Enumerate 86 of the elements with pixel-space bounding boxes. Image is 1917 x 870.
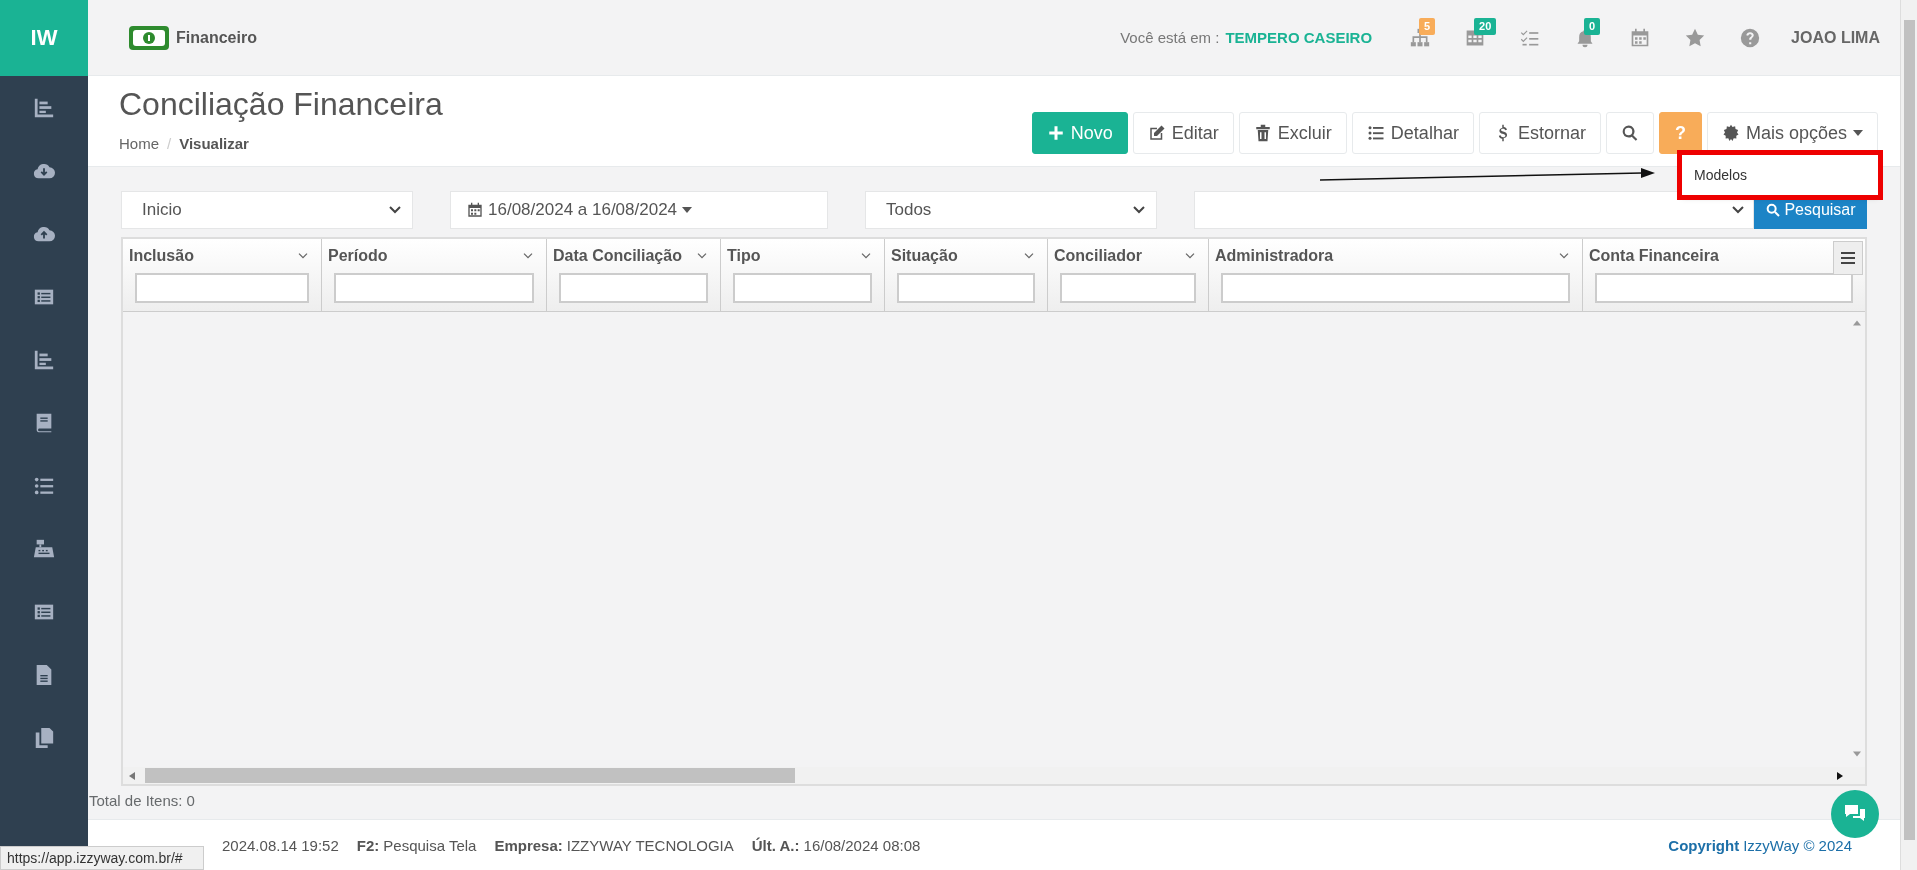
footer-value: Pesquisa Tela [383, 836, 477, 854]
column-filter-field[interactable] [334, 273, 534, 303]
column-title[interactable]: Conciliador [1054, 247, 1142, 265]
footer-value: IZZYWAY TECNOLOGIA [566, 836, 734, 854]
chevron-down-icon [388, 205, 402, 215]
scroll-up-icon [1853, 320, 1861, 326]
toolbar-button[interactable]: Estornar [1478, 112, 1601, 154]
column-filter-field[interactable] [135, 273, 309, 303]
column-title[interactable]: Data Conciliação [553, 247, 682, 265]
toolbar-button[interactable]: Detalhar [1351, 112, 1474, 154]
menu-item[interactable]: Modelos [1682, 159, 1878, 191]
copy-icon [33, 726, 55, 749]
breadcrumb-current: Visualizar [179, 135, 249, 152]
footer-label: Últ. A.: [751, 836, 800, 854]
column-title[interactable]: Conta Financeira [1589, 247, 1719, 265]
scroll-left-icon [129, 771, 135, 780]
chevron-down-icon [860, 252, 872, 260]
search-select[interactable] [1194, 191, 1754, 229]
bar-chart-icon [33, 96, 55, 119]
scroll-down-icon [1853, 751, 1861, 757]
column-filter-field[interactable] [733, 273, 872, 303]
search-button[interactable] [1605, 112, 1654, 154]
user-name[interactable]: JOAO LIMA [1791, 28, 1880, 47]
select-value: Todos [886, 200, 932, 220]
chevron-down-icon [1558, 252, 1570, 260]
column-filter-field[interactable] [1060, 273, 1196, 303]
chevron-down-icon [1132, 205, 1146, 215]
plus-icon [1046, 124, 1065, 142]
count-badge: 20 [1474, 17, 1497, 35]
chevron-down-icon [1184, 252, 1196, 260]
date-range: 16/08/2024 a 16/08/2024 [488, 200, 678, 220]
location-label: Você está em : [1120, 29, 1220, 46]
banknote-icon [128, 24, 170, 51]
column-filter-field[interactable] [897, 273, 1035, 303]
chevron-down-icon [297, 252, 309, 260]
select-value: Inicio [142, 200, 182, 220]
copyright-text[interactable]: IzzyWay © 2024 [1743, 836, 1852, 854]
calendar-icon [1629, 27, 1650, 48]
column-menu-button[interactable] [1833, 241, 1863, 275]
scroll-right-icon [1837, 771, 1843, 780]
scrollbar-thumb[interactable] [1904, 20, 1915, 840]
page-title: Conciliação Financeira [119, 86, 444, 123]
breadcrumb-separator: / [167, 135, 172, 152]
caret-icon [682, 207, 693, 213]
copyright-label: Copyright [1668, 836, 1740, 854]
module-name: Financeiro [176, 28, 257, 47]
footer-value: 16/08/2024 08:08 [803, 836, 921, 854]
bar-chart-icon [33, 348, 55, 371]
menu-icon [1841, 252, 1855, 264]
count-badge: 0 [1584, 17, 1601, 35]
trash-icon [1253, 124, 1272, 142]
column-filter-field[interactable] [1595, 273, 1853, 303]
calendar-icon [467, 202, 483, 218]
column-title[interactable]: Administradora [1215, 247, 1334, 265]
chevron-down-icon [1023, 252, 1035, 260]
breadcrumb-link[interactable]: Home [119, 135, 159, 152]
toolbar-button[interactable]: Excluir [1238, 112, 1347, 154]
date-range-picker[interactable]: 16/08/2024 a 16/08/2024 [450, 191, 828, 229]
page-scrollbar[interactable] [1900, 0, 1917, 870]
status-select[interactable]: Todos [865, 191, 1157, 229]
chevron-down-icon [1731, 205, 1745, 215]
chevron-down-icon [696, 252, 708, 260]
column-filter-field[interactable] [1221, 273, 1570, 303]
search-icon [1765, 202, 1782, 218]
count-badge: 5 [1419, 17, 1436, 35]
search-icon [1620, 124, 1639, 142]
status-url: https://app.izzyway.com.br/# [0, 846, 204, 870]
version-value: 2024.08.14 19:52 [222, 836, 339, 854]
help-icon [1739, 27, 1760, 48]
gear-icon [1721, 124, 1740, 142]
date-type-select[interactable]: Inicio [121, 191, 413, 229]
footer-label: Empresa: [494, 836, 563, 854]
column-title[interactable]: Período [328, 247, 388, 265]
star-icon [1684, 27, 1705, 48]
scrollbar-thumb[interactable] [145, 768, 795, 783]
column-title[interactable]: Inclusão [129, 247, 194, 265]
column-filter-field[interactable] [559, 273, 708, 303]
column-title[interactable]: Tipo [727, 247, 761, 265]
toolbar-button[interactable]: Editar [1132, 112, 1234, 154]
edit-icon [1147, 124, 1166, 142]
item-count: Total de Itens: 0 [89, 791, 195, 811]
footer-label: F2: [356, 836, 380, 854]
column-title[interactable]: Situação [891, 247, 958, 265]
chevron-down-icon [522, 252, 534, 260]
cash-register-icon [33, 537, 55, 560]
list-icon [1366, 124, 1385, 142]
